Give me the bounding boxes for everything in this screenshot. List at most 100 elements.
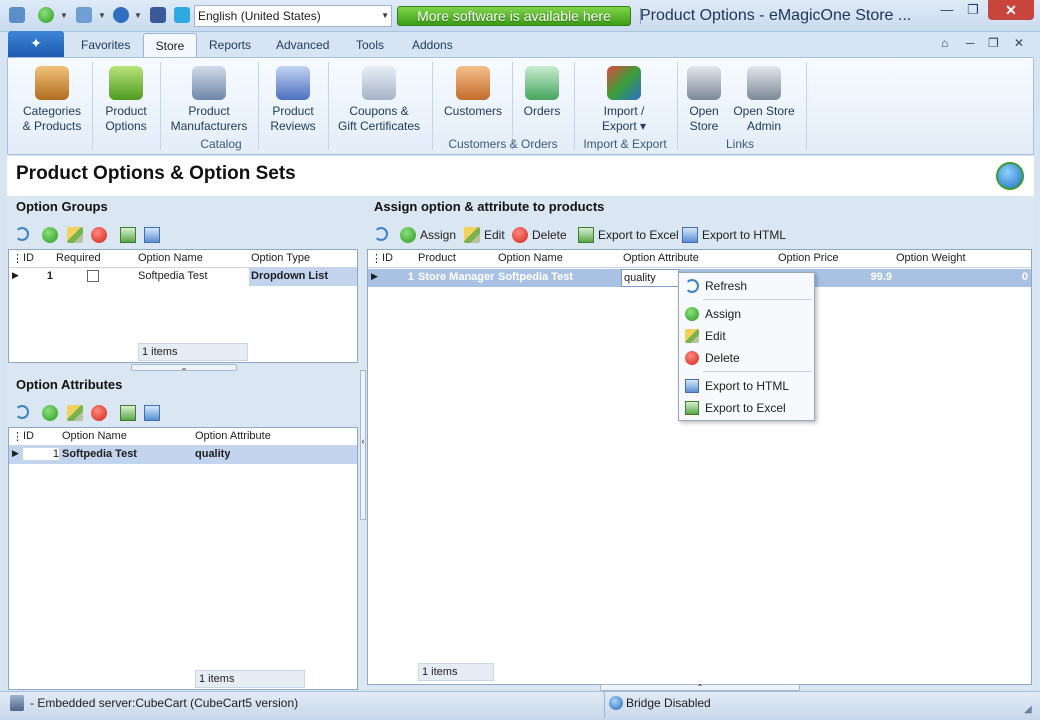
column-option-name[interactable]: Option Name: [498, 252, 563, 264]
menu-item-edit[interactable]: Edit: [681, 326, 812, 346]
required-checkbox[interactable]: [87, 270, 99, 282]
tab-favorites[interactable]: Favorites: [81, 38, 130, 52]
tab-addons[interactable]: Addons: [412, 38, 453, 52]
column-option-name[interactable]: Option Name: [138, 252, 203, 264]
edit-icon[interactable]: [67, 405, 83, 421]
edit-icon: [685, 329, 699, 343]
help-circle-icon[interactable]: [113, 7, 129, 23]
open-store-button[interactable]: Open Store: [682, 66, 726, 134]
menu-item-refresh[interactable]: Refresh: [681, 276, 812, 296]
export-excel-icon[interactable]: [120, 227, 136, 243]
promo-banner-button[interactable]: More software is available here: [397, 6, 631, 26]
export-excel-button[interactable]: Export to Excel: [578, 226, 679, 244]
menu-label: Refresh: [705, 279, 748, 293]
group-label-links: Links: [725, 137, 754, 151]
delete-icon[interactable]: [91, 227, 107, 243]
twitter-icon[interactable]: [174, 7, 190, 23]
column-option-weight[interactable]: Option Weight: [896, 252, 966, 264]
column-option-attribute[interactable]: Option Attribute: [195, 430, 271, 442]
server-icon: [10, 695, 24, 711]
globe-icon: [609, 696, 623, 710]
column-option-attribute[interactable]: Option Attribute: [623, 252, 699, 264]
menu-item-assign[interactable]: Assign: [681, 304, 812, 324]
app-orb-icon: ✦: [30, 35, 42, 51]
button-label: Import / Export ▾: [601, 104, 647, 133]
context-menu: Refresh Assign Edit Delete Export to HTM…: [678, 272, 815, 421]
column-option-name[interactable]: Option Name: [62, 430, 127, 442]
item-count: 1 items: [195, 670, 305, 688]
splitter-handle[interactable]: ⌃: [600, 684, 800, 692]
product-manufacturers-button[interactable]: Product Manufacturers: [166, 66, 252, 134]
column-chooser-icon[interactable]: ⋮: [12, 430, 23, 443]
column-id[interactable]: ID: [23, 430, 34, 442]
export-html-button[interactable]: Export to HTML: [682, 226, 792, 244]
column-chooser-icon[interactable]: ⋮: [371, 252, 382, 265]
menu-item-delete[interactable]: Delete: [681, 348, 812, 368]
coupons-button[interactable]: Coupons & Gift Certificates: [334, 66, 424, 134]
chevron-down-icon[interactable]: ▼: [98, 11, 106, 20]
help-globe-icon[interactable]: [996, 162, 1024, 190]
tab-reports[interactable]: Reports: [209, 38, 251, 52]
product-options-button[interactable]: Product Options: [96, 66, 156, 134]
quick-access-icon[interactable]: [38, 7, 54, 23]
app-menu-icon[interactable]: [9, 7, 25, 23]
refresh-icon[interactable]: [15, 405, 29, 419]
menu-item-export-excel[interactable]: Export to Excel: [681, 398, 812, 418]
button-label: Product Options: [105, 104, 147, 133]
tab-advanced[interactable]: Advanced: [276, 38, 329, 52]
menu-item-export-html[interactable]: Export to HTML: [681, 376, 812, 396]
button-label: Open Store: [689, 104, 719, 133]
import-export-icon: [607, 66, 641, 100]
delete-label: Delete: [532, 228, 567, 242]
tab-tools[interactable]: Tools: [356, 38, 384, 52]
envelope-money-icon: [525, 66, 559, 100]
minimize-button[interactable]: —: [935, 0, 959, 20]
restore-button[interactable]: ❐: [961, 0, 985, 20]
export-html-icon[interactable]: [144, 227, 160, 243]
tab-store[interactable]: Store: [143, 33, 197, 58]
item-count: 1 items: [138, 343, 248, 361]
ribbon-restore-icon[interactable]: ❐: [988, 36, 999, 50]
table-row[interactable]: ▶ 1 Softpedia Test Dropdown List: [9, 268, 357, 286]
refresh-icon[interactable]: [374, 227, 388, 241]
language-select[interactable]: English (United States) ▼: [194, 5, 392, 27]
open-store-admin-button[interactable]: Open Store Admin: [730, 66, 798, 134]
column-chooser-icon[interactable]: ⋮: [12, 252, 23, 265]
column-option-type[interactable]: Option Type: [251, 252, 310, 264]
categories-products-button[interactable]: Categories & Products: [18, 66, 86, 134]
export-excel-icon[interactable]: [120, 405, 136, 421]
cell-option-attribute-editor[interactable]: quality: [621, 269, 679, 287]
column-product[interactable]: Product: [418, 252, 456, 264]
row-indicator-icon: ▶: [12, 270, 19, 280]
add-icon[interactable]: [42, 227, 58, 243]
window-layout-icon[interactable]: [76, 7, 92, 23]
column-id[interactable]: ID: [23, 252, 34, 264]
page-title: Product Options & Option Sets: [16, 163, 296, 184]
table-row[interactable]: ▶ 1 Softpedia Test quality: [9, 446, 357, 464]
resize-grip-icon[interactable]: ◢: [1024, 704, 1032, 715]
orders-button[interactable]: Orders: [518, 66, 566, 119]
chevron-down-icon[interactable]: ▼: [134, 11, 142, 20]
home-icon[interactable]: ⌂: [941, 36, 948, 50]
delete-icon[interactable]: [91, 405, 107, 421]
file-menu-button[interactable]: ✦: [8, 31, 64, 57]
facebook-icon[interactable]: [150, 7, 166, 23]
column-required[interactable]: Required: [56, 252, 101, 264]
import-export-button[interactable]: Import / Export ▾: [588, 66, 660, 134]
export-html-icon[interactable]: [144, 405, 160, 421]
add-icon[interactable]: [42, 405, 58, 421]
edit-icon[interactable]: [67, 227, 83, 243]
cell-option-weight: 0: [1021, 271, 1028, 283]
chevron-down-icon[interactable]: ▼: [60, 11, 68, 20]
ribbon-minimize-icon[interactable]: ─: [966, 36, 975, 50]
splitter-handle[interactable]: ⌄: [131, 364, 237, 372]
column-id[interactable]: ID: [382, 252, 393, 264]
product-reviews-button[interactable]: Product Reviews: [264, 66, 322, 134]
column-option-price[interactable]: Option Price: [778, 252, 839, 264]
refresh-icon[interactable]: [15, 227, 29, 241]
ribbon-close-icon[interactable]: ✕: [1014, 36, 1024, 50]
customers-button[interactable]: Customers: [440, 66, 506, 119]
building-icon: [192, 66, 226, 100]
close-button[interactable]: ✕: [988, 0, 1034, 20]
grid-header: ⋮ ID Required Option Name Option Type: [9, 250, 357, 268]
